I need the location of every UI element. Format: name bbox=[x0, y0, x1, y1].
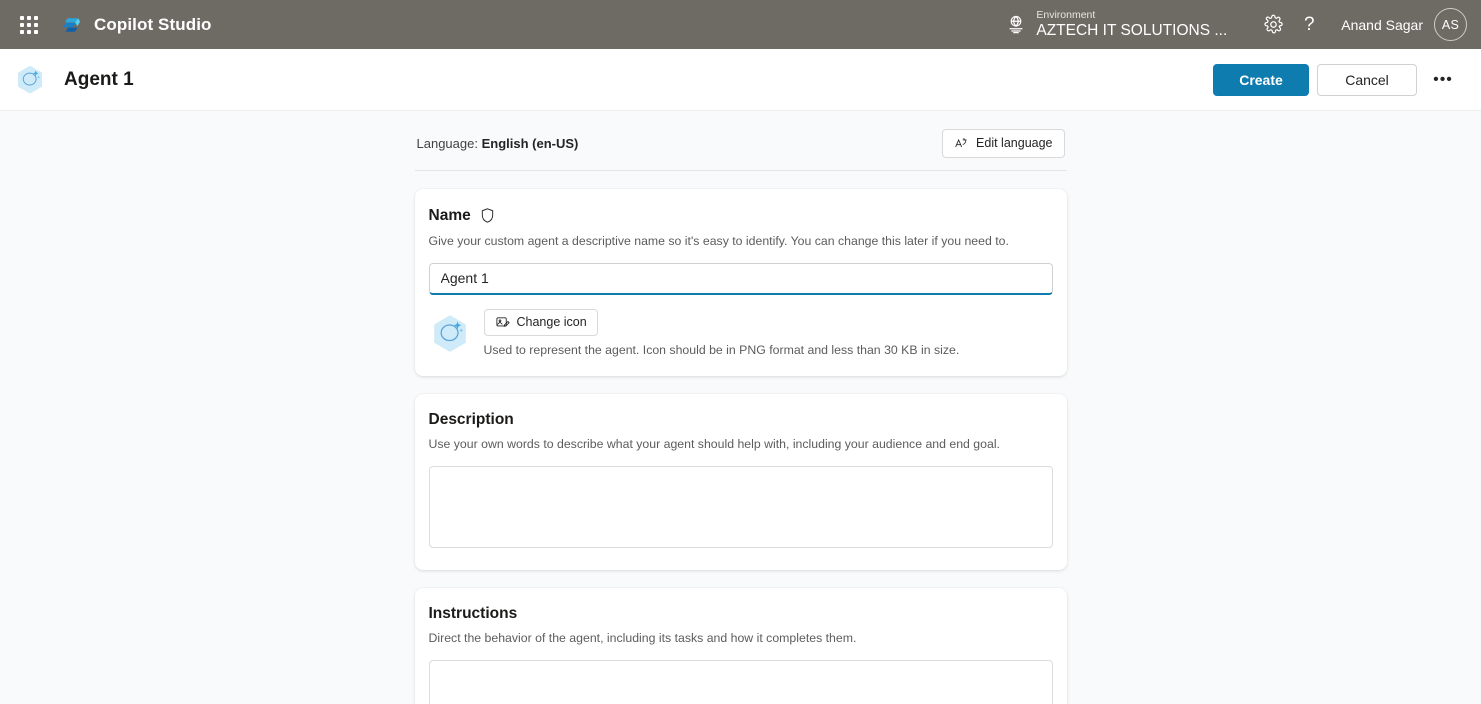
app-launcher-button[interactable] bbox=[10, 6, 48, 44]
account-menu[interactable]: Anand Sagar AS bbox=[1341, 8, 1467, 41]
translate-icon bbox=[954, 136, 969, 151]
language-value: English (en-US) bbox=[482, 136, 579, 151]
user-name: Anand Sagar bbox=[1341, 17, 1423, 33]
form-column: Language: English (en-US) Edit language … bbox=[415, 111, 1067, 704]
name-card-title: Name bbox=[429, 208, 471, 224]
name-card-title-row: Name bbox=[429, 207, 1053, 224]
environment-name: AZTECH IT SOLUTIONS ... bbox=[1036, 22, 1227, 39]
image-edit-icon bbox=[495, 315, 510, 330]
environment-selector[interactable]: Environment AZTECH IT SOLUTIONS ... bbox=[1005, 10, 1227, 39]
question-mark-icon: ? bbox=[1304, 15, 1315, 34]
instructions-textarea[interactable] bbox=[429, 660, 1053, 704]
instructions-card-description: Direct the behavior of the agent, includ… bbox=[429, 630, 1053, 647]
agent-icon-controls: Change icon Used to represent the agent.… bbox=[484, 309, 960, 359]
create-button[interactable]: Create bbox=[1213, 64, 1309, 96]
environment-text: Environment AZTECH IT SOLUTIONS ... bbox=[1036, 10, 1227, 39]
agent-name-input[interactable] bbox=[429, 263, 1053, 295]
shield-icon bbox=[480, 207, 495, 224]
agent-icon-row: Change icon Used to represent the agent.… bbox=[429, 309, 1053, 359]
language-text: Language: English (en-US) bbox=[417, 136, 579, 151]
environment-label: Environment bbox=[1036, 10, 1227, 22]
description-card: Description Use your own words to descri… bbox=[415, 394, 1067, 570]
help-button[interactable]: ? bbox=[1291, 7, 1327, 43]
settings-button[interactable] bbox=[1255, 7, 1291, 43]
top-app-bar: Copilot Studio Environment AZTECH IT SOL… bbox=[0, 0, 1481, 49]
name-card: Name Give your custom agent a descriptiv… bbox=[415, 189, 1067, 376]
agent-hexagon-icon bbox=[14, 64, 46, 96]
brand-home-link[interactable]: Copilot Studio bbox=[60, 13, 212, 37]
cancel-button[interactable]: Cancel bbox=[1317, 64, 1417, 96]
instructions-card-title: Instructions bbox=[429, 606, 1053, 622]
change-icon-button[interactable]: Change icon bbox=[484, 309, 598, 336]
command-bar: Agent 1 Create Cancel ••• bbox=[0, 49, 1481, 111]
language-prefix: Language: bbox=[417, 136, 482, 151]
avatar: AS bbox=[1434, 8, 1467, 41]
waffle-icon bbox=[20, 16, 38, 34]
page-title: Agent 1 bbox=[64, 69, 134, 91]
edit-language-button[interactable]: Edit language bbox=[942, 129, 1064, 158]
description-card-title: Description bbox=[429, 412, 1053, 428]
copilot-studio-logo-icon bbox=[60, 13, 84, 37]
language-row: Language: English (en-US) Edit language bbox=[415, 128, 1067, 158]
content-area: Language: English (en-US) Edit language … bbox=[0, 111, 1481, 704]
name-card-description: Give your custom agent a descriptive nam… bbox=[429, 233, 1053, 250]
more-options-button[interactable]: ••• bbox=[1427, 64, 1459, 96]
section-divider bbox=[415, 170, 1067, 171]
agent-identity: Agent 1 bbox=[14, 64, 134, 96]
description-textarea[interactable] bbox=[429, 466, 1053, 548]
agent-icon-preview bbox=[429, 313, 471, 355]
edit-language-label: Edit language bbox=[976, 136, 1052, 150]
environment-globe-icon bbox=[1005, 13, 1027, 35]
gear-icon bbox=[1263, 14, 1284, 35]
brand-title: Copilot Studio bbox=[94, 15, 212, 35]
description-card-description: Use your own words to describe what your… bbox=[429, 436, 1053, 453]
change-icon-label: Change icon bbox=[517, 315, 587, 329]
instructions-card: Instructions Direct the behavior of the … bbox=[415, 588, 1067, 704]
agent-icon-hint: Used to represent the agent. Icon should… bbox=[484, 343, 960, 359]
